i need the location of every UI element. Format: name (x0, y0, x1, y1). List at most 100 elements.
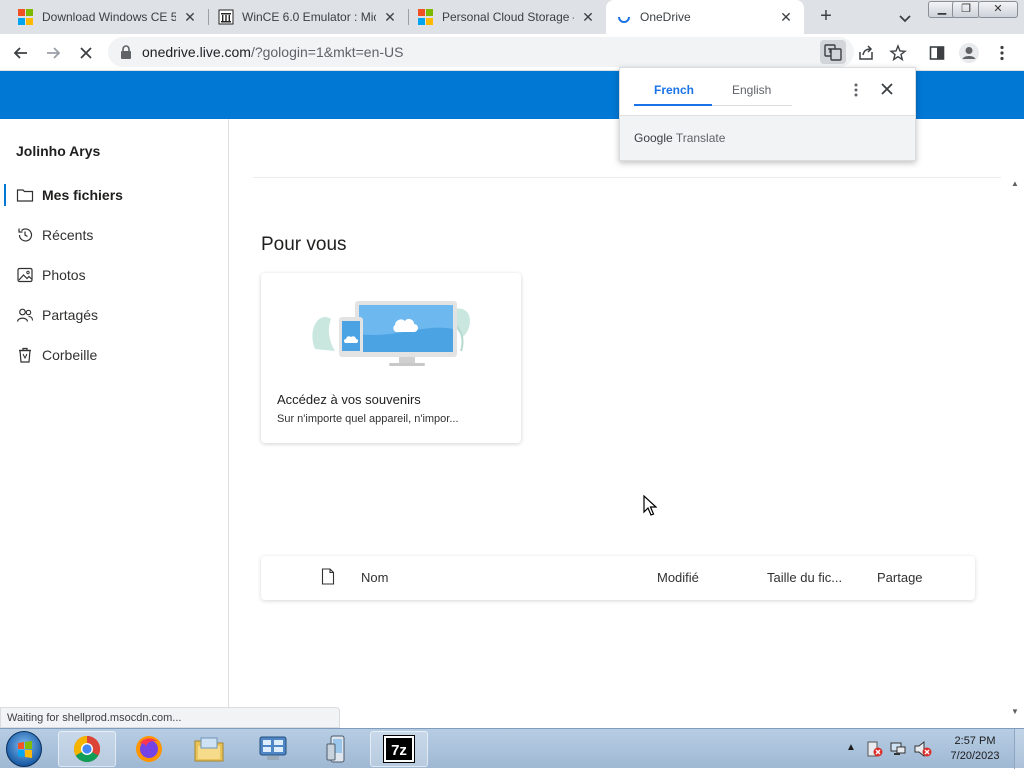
avatar-icon (959, 43, 979, 63)
start-button[interactable] (6, 731, 42, 767)
back-button[interactable] (8, 40, 34, 66)
archive-building-icon (218, 9, 234, 25)
sidebar-item-label: Mes fichiers (42, 187, 123, 203)
close-icon[interactable]: ✕ (580, 9, 596, 25)
microsoft-logo-icon (418, 9, 434, 25)
clock-date: 7/20/2023 (950, 750, 1000, 762)
chevron-down-icon (899, 15, 911, 23)
target-language-tab[interactable]: English (732, 83, 771, 97)
tab-title: Download Windows CE 5 (42, 10, 176, 24)
volume-muted-icon[interactable] (913, 740, 933, 763)
tab-title: WinCE 6.0 Emulator : Mic (242, 10, 376, 24)
source-language-tab[interactable]: French (654, 83, 694, 97)
tab-title: OneDrive (640, 10, 691, 24)
recycle-bin-icon (16, 346, 34, 364)
chrome-icon (73, 735, 101, 763)
taskbar-device-emulator[interactable] (308, 731, 366, 767)
sidebar-item-photos[interactable]: Photos (0, 257, 229, 293)
brand-google: Google (634, 131, 673, 145)
devices-illustration (305, 289, 475, 374)
browser-tab-strip: Download Windows CE 5 ✕ WinCE 6.0 Emulat… (0, 0, 1024, 34)
card-title: Accédez à vos souvenirs (277, 392, 421, 407)
onedrive-sidebar: Jolinho Arys Mes fichiers Récents Photos… (0, 119, 229, 728)
card-subtitle: Sur n'importe quel appareil, n'impor... (277, 413, 459, 425)
window-close-button[interactable]: ✕ (978, 1, 1018, 18)
user-name: Jolinho Arys (16, 143, 101, 159)
sidebar-item-partages[interactable]: Partagés (0, 297, 229, 333)
memories-card[interactable]: Accédez à vos souvenirs Sur n'importe qu… (261, 273, 521, 443)
onedrive-main-content: ▲ ▼ Pour vous Accédez à vos souvenirs Su… (229, 119, 1024, 728)
sidebar-item-corbeille[interactable]: Corbeille (0, 337, 229, 373)
tab-search-button[interactable] (893, 6, 917, 30)
google-translate-popup: French English Google Translate (619, 67, 916, 161)
file-explorer-icon (194, 737, 224, 762)
device-emulator-icon (326, 735, 345, 763)
url-text: onedrive.live.com/?gologin=1&mkt=en-US (142, 44, 403, 60)
sidebar-item-label: Partagés (42, 307, 99, 323)
address-bar[interactable]: onedrive.live.com/?gologin=1&mkt=en-US (108, 37, 854, 67)
browser-toolbar: onedrive.live.com/?gologin=1&mkt=en-US (0, 34, 1024, 71)
column-header-nom[interactable]: Nom (361, 570, 388, 585)
new-tab-button[interactable]: + (814, 5, 838, 29)
translate-icon (824, 44, 842, 61)
scroll-up-arrow-icon[interactable]: ▲ (1011, 179, 1019, 188)
forward-arrow-icon (47, 47, 61, 59)
firefox-icon (136, 736, 162, 762)
action-center-icon[interactable] (866, 740, 884, 763)
share-icon (859, 45, 873, 60)
close-icon (881, 83, 893, 95)
window-restore-button[interactable]: ❐ (952, 1, 980, 18)
tab-personal-cloud-storage[interactable]: Personal Cloud Storage – ✕ (408, 0, 606, 34)
column-header-partage[interactable]: Partage (877, 570, 923, 585)
tab-title: Personal Cloud Storage – (442, 10, 574, 24)
folder-icon (16, 186, 34, 204)
file-type-icon (321, 568, 335, 588)
scroll-down-arrow-icon[interactable]: ▼ (1011, 707, 1019, 716)
forward-button[interactable] (40, 40, 66, 66)
system-clock[interactable]: 2:57 PM 7/20/2023 (935, 734, 1015, 764)
stop-loading-button[interactable] (73, 40, 99, 66)
sidebar-item-label: Récents (42, 227, 94, 243)
share-button[interactable] (853, 40, 879, 66)
windows-logo-icon (18, 741, 32, 758)
side-panel-button[interactable] (924, 40, 950, 66)
taskbar-control-panel[interactable] (244, 731, 302, 767)
taskbar-file-explorer[interactable] (180, 731, 238, 767)
tab-wince-emulator[interactable]: WinCE 6.0 Emulator : Mic ✕ (208, 0, 408, 34)
command-bar-divider (253, 177, 1001, 178)
column-header-modifie[interactable]: Modifié (657, 570, 699, 585)
profile-button[interactable] (956, 40, 982, 66)
browser-menu-button[interactable] (989, 40, 1015, 66)
stop-icon (80, 47, 92, 59)
show-desktop-button[interactable] (1014, 729, 1024, 769)
close-icon[interactable]: ✕ (382, 9, 398, 25)
sidebar-item-mes-fichiers[interactable]: Mes fichiers (0, 177, 229, 213)
history-icon (16, 226, 34, 244)
bookmark-button[interactable] (885, 40, 911, 66)
show-hidden-icons-button[interactable]: ▲ (846, 742, 856, 753)
sidebar-item-label: Photos (42, 267, 86, 283)
network-icon[interactable] (889, 740, 909, 763)
translate-options-button[interactable] (848, 81, 864, 99)
tab-onedrive[interactable]: OneDrive ✕ (606, 0, 804, 34)
windows-taskbar: 7z ▲ 2:57 PM 7/20/2023 (0, 728, 1024, 769)
close-icon[interactable]: ✕ (182, 9, 198, 25)
sidebar-item-label: Corbeille (42, 347, 98, 363)
taskbar-7zip[interactable]: 7z (370, 731, 428, 767)
clock-time: 2:57 PM (954, 735, 996, 747)
kebab-menu-icon (854, 83, 858, 97)
taskbar-chrome[interactable] (58, 731, 116, 767)
translate-page-button[interactable] (820, 40, 846, 64)
active-tab-indicator (634, 104, 712, 106)
tab-download-windows-ce[interactable]: Download Windows CE 5 ✕ (8, 0, 208, 34)
url-host: onedrive.live.com (142, 44, 251, 60)
url-path: /?gologin=1&mkt=en-US (250, 44, 404, 60)
taskbar-firefox[interactable] (120, 731, 178, 767)
close-icon[interactable]: ✕ (778, 9, 794, 25)
loading-spinner-icon (616, 9, 632, 25)
sidebar-item-recents[interactable]: Récents (0, 217, 229, 253)
translate-close-button[interactable] (878, 80, 896, 98)
column-header-taille[interactable]: Taille du fic... (767, 570, 842, 585)
lock-icon (120, 45, 132, 64)
brand-translate: Translate (675, 131, 726, 145)
